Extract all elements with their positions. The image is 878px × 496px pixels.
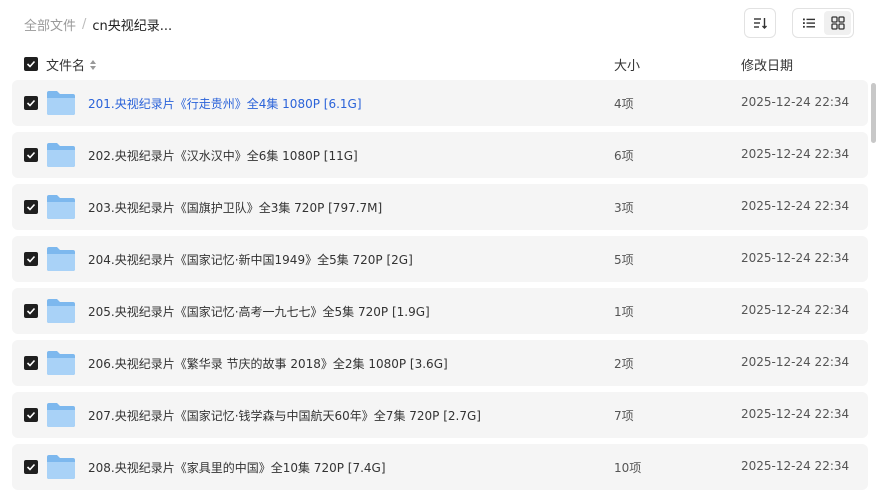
file-name[interactable]: 201.央视纪录片《行走贵州》全4集 1080P [6.1G]	[88, 95, 362, 112]
list-view-button[interactable]	[795, 11, 822, 35]
file-row[interactable]: 204.央视纪录片《国家记忆·新中国1949》全5集 720P [2G] 5项 20…	[12, 236, 868, 282]
file-row[interactable]: 208.央视纪录片《家具里的中国》全10集 720P [7.4G] 10项 2025…	[12, 444, 868, 490]
folder-icon	[47, 299, 75, 323]
folder-icon	[47, 247, 75, 271]
folder-icon	[47, 195, 75, 219]
row-checkbox[interactable]	[24, 304, 38, 318]
breadcrumb-root-link[interactable]: 全部文件	[24, 15, 76, 34]
row-checkbox[interactable]	[24, 460, 38, 474]
file-size: 7项	[614, 409, 634, 423]
scrollbar-thumb[interactable]	[871, 83, 876, 143]
file-date: 2025-12-24 22:34	[741, 303, 850, 317]
file-row[interactable]: 206.央视纪录片《繁华录 节庆的故事 2018》全2集 1080P [3.6G…	[12, 340, 868, 386]
file-size: 5项	[614, 253, 634, 267]
file-name[interactable]: 208.央视纪录片《家具里的中国》全10集 720P [7.4G]	[88, 459, 386, 476]
file-date: 2025-12-24 22:34	[741, 251, 850, 265]
folder-icon	[47, 455, 75, 479]
file-name[interactable]: 207.央视纪录片《国家记忆·钱学森与中国航天60年》全7集 720P [2.7…	[88, 407, 481, 424]
list-view-icon	[802, 18, 815, 28]
folder-icon	[47, 91, 75, 115]
file-date: 2025-12-24 22:34	[741, 199, 850, 213]
file-date: 2025-12-24 22:34	[741, 147, 850, 161]
check-icon	[26, 411, 36, 419]
file-date: 2025-12-24 22:34	[741, 407, 850, 421]
file-name[interactable]: 203.央视纪录片《国旗护卫队》全3集 720P [797.7M]	[88, 199, 382, 216]
check-icon	[26, 151, 36, 159]
folder-icon	[47, 143, 75, 167]
file-list-header: 文件名 大小 修改日期	[0, 54, 868, 74]
file-size: 1项	[614, 305, 634, 319]
file-name[interactable]: 202.央视纪录片《汉水汉中》全6集 1080P [11G]	[88, 147, 358, 164]
row-checkbox[interactable]	[24, 200, 38, 214]
file-size: 10项	[614, 461, 642, 475]
sort-arrows-icon	[90, 59, 97, 70]
date-column-header[interactable]: 修改日期	[741, 55, 793, 74]
file-name[interactable]: 204.央视纪录片《国家记忆·新中国1949》全5集 720P [2G]	[88, 251, 413, 268]
file-size: 6项	[614, 149, 634, 163]
file-list: 201.央视纪录片《行走贵州》全4集 1080P [6.1G] 4项 2025-12…	[12, 80, 868, 496]
check-icon	[26, 307, 36, 315]
breadcrumb: 全部文件 / cn央视纪录...	[24, 14, 172, 34]
check-icon	[26, 203, 36, 211]
file-row[interactable]: 207.央视纪录片《国家记忆·钱学森与中国航天60年》全7集 720P [2.7…	[12, 392, 868, 438]
name-column-header[interactable]: 文件名	[46, 55, 97, 74]
file-name[interactable]: 206.央视纪录片《繁华录 节庆的故事 2018》全2集 1080P [3.6G…	[88, 355, 448, 372]
grid-view-button[interactable]	[824, 11, 851, 35]
check-icon	[26, 255, 36, 263]
file-row[interactable]: 202.央视纪录片《汉水汉中》全6集 1080P [11G] 6项 2025-12-…	[12, 132, 868, 178]
check-icon	[26, 359, 36, 367]
file-date: 2025-12-24 22:34	[741, 95, 850, 109]
file-size: 4项	[614, 97, 634, 111]
check-icon	[26, 463, 36, 471]
select-all-checkbox[interactable]	[24, 57, 38, 71]
sort-button[interactable]	[744, 8, 776, 38]
breadcrumb-current: cn央视纪录...	[92, 18, 173, 34]
file-row[interactable]: 201.央视纪录片《行走贵州》全4集 1080P [6.1G] 4项 2025-12…	[12, 80, 868, 126]
row-checkbox[interactable]	[24, 356, 38, 370]
row-checkbox[interactable]	[24, 252, 38, 266]
file-name[interactable]: 205.央视纪录片《国家记忆·高考一九七七》全5集 720P [1.9G]	[88, 303, 430, 320]
grid-view-icon	[830, 16, 845, 30]
view-toggle-group	[792, 8, 854, 38]
row-checkbox[interactable]	[24, 148, 38, 162]
check-icon	[26, 60, 36, 68]
file-date: 2025-12-24 22:34	[741, 459, 850, 473]
name-column-label: 文件名	[46, 59, 86, 74]
folder-icon	[47, 403, 75, 427]
breadcrumb-separator: /	[82, 16, 87, 32]
sort-icon	[754, 18, 767, 29]
file-row[interactable]: 203.央视纪录片《国旗护卫队》全3集 720P [797.7M] 3项 2025-…	[12, 184, 868, 230]
file-size: 3项	[614, 201, 634, 215]
folder-icon	[47, 351, 75, 375]
file-size: 2项	[614, 357, 634, 371]
file-date: 2025-12-24 22:34	[741, 355, 850, 369]
file-row[interactable]: 205.央视纪录片《国家记忆·高考一九七七》全5集 720P [1.9G] 1项 2…	[12, 288, 868, 334]
size-column-header[interactable]: 大小	[614, 55, 640, 74]
check-icon	[26, 99, 36, 107]
row-checkbox[interactable]	[24, 408, 38, 422]
row-checkbox[interactable]	[24, 96, 38, 110]
